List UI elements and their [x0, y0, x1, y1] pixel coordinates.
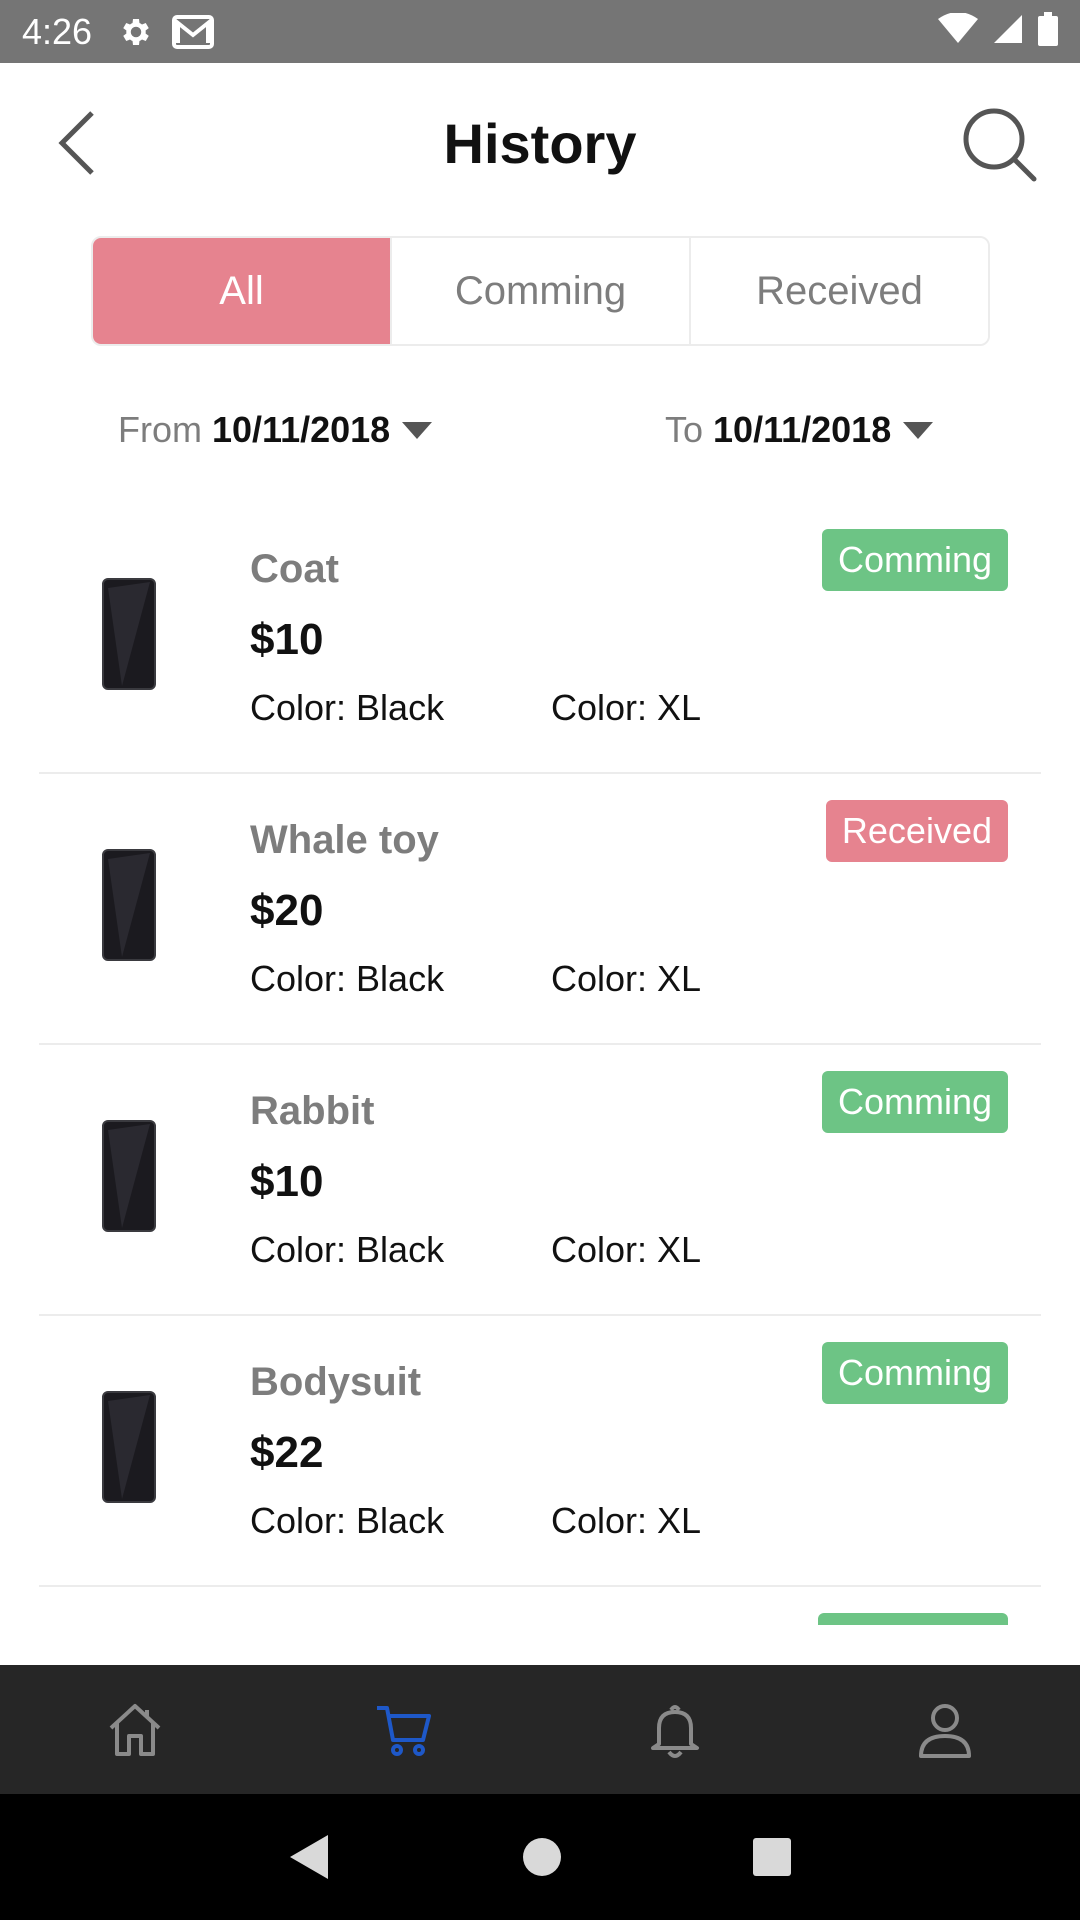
order-list: Coat $10 Color: Black Color: XL Comming … [39, 503, 1041, 1625]
settings-icon [118, 14, 154, 50]
nav-home[interactable] [95, 1690, 175, 1770]
list-item[interactable]: Whale toy $20 Color: Black Color: XL Rec… [39, 774, 1041, 1045]
product-price: $22 [250, 1428, 324, 1477]
app-header: History [0, 63, 1080, 223]
from-label: From [118, 409, 202, 450]
from-date-picker[interactable]: From 10/11/2018 [118, 400, 433, 460]
home-icon [109, 1703, 161, 1756]
status-badge: Received [825, 800, 1008, 862]
product-color: Color: Black [250, 1229, 445, 1270]
search-button[interactable] [960, 105, 1040, 185]
nav-cart[interactable] [365, 1690, 445, 1770]
product-size: Color: XL [551, 958, 702, 999]
list-item[interactable]: Rabbit $10 Color: Black Color: XL Commin… [39, 1045, 1041, 1316]
status-badge: Comming [821, 1071, 1008, 1133]
product-thumbnail [102, 849, 156, 961]
status-badge [818, 1613, 1008, 1625]
product-price: $10 [250, 615, 324, 664]
search-icon [963, 108, 1037, 182]
bell-icon [651, 1704, 699, 1758]
caret-down-icon [903, 421, 934, 439]
product-thumbnail [102, 578, 156, 690]
tab-received[interactable]: Received [691, 238, 988, 344]
product-size: Color: XL [551, 1229, 702, 1270]
product-name: Bodysuit [250, 1360, 422, 1404]
back-triangle-icon[interactable] [288, 1833, 332, 1881]
to-date-value: 10/11/2018 [713, 409, 892, 450]
to-date-picker[interactable]: To 10/11/2018 [665, 400, 934, 460]
battery-icon [1038, 12, 1058, 51]
to-label: To [665, 409, 704, 450]
status-time: 4:26 [22, 10, 93, 52]
recents-square-icon[interactable] [752, 1837, 792, 1877]
product-name: Whale toy [250, 818, 439, 862]
tab-comming[interactable]: Comming [392, 238, 691, 344]
list-item[interactable]: Bodysuit $22 Color: Black Color: XL Comm… [39, 1316, 1041, 1587]
bottom-nav [0, 1665, 1080, 1794]
status-badge: Comming [821, 1342, 1008, 1404]
nav-notifications[interactable] [635, 1690, 715, 1770]
product-price: $10 [250, 1157, 324, 1206]
status-tabs: All Comming Received [91, 236, 990, 346]
mail-icon [172, 14, 215, 49]
list-item-partial[interactable] [39, 1587, 1041, 1625]
nav-profile[interactable] [905, 1690, 985, 1770]
caret-down-icon [402, 421, 433, 439]
product-price: $20 [250, 886, 324, 935]
product-color: Color: Black [250, 958, 445, 999]
product-size: Color: XL [551, 687, 702, 728]
product-color: Color: Black [250, 687, 445, 728]
product-color: Color: Black [250, 1500, 445, 1541]
system-nav-bar [0, 1794, 1080, 1920]
product-thumbnail [102, 1120, 156, 1232]
signal-icon [992, 13, 1024, 50]
status-badge: Comming [821, 529, 1008, 591]
from-date-value: 10/11/2018 [212, 409, 391, 450]
user-icon [919, 1703, 971, 1758]
product-name: Rabbit [250, 1089, 375, 1133]
wifi-icon [938, 12, 978, 50]
home-circle-icon[interactable] [522, 1837, 562, 1877]
product-name: Coat [250, 547, 339, 591]
status-bar: 4:26 [0, 0, 1080, 63]
cart-icon [377, 1705, 431, 1756]
product-size: Color: XL [551, 1500, 702, 1541]
list-item[interactable]: Coat $10 Color: Black Color: XL Comming [39, 503, 1041, 774]
tab-all[interactable]: All [93, 238, 392, 344]
product-thumbnail [102, 1391, 156, 1503]
page-title: History [443, 112, 637, 175]
